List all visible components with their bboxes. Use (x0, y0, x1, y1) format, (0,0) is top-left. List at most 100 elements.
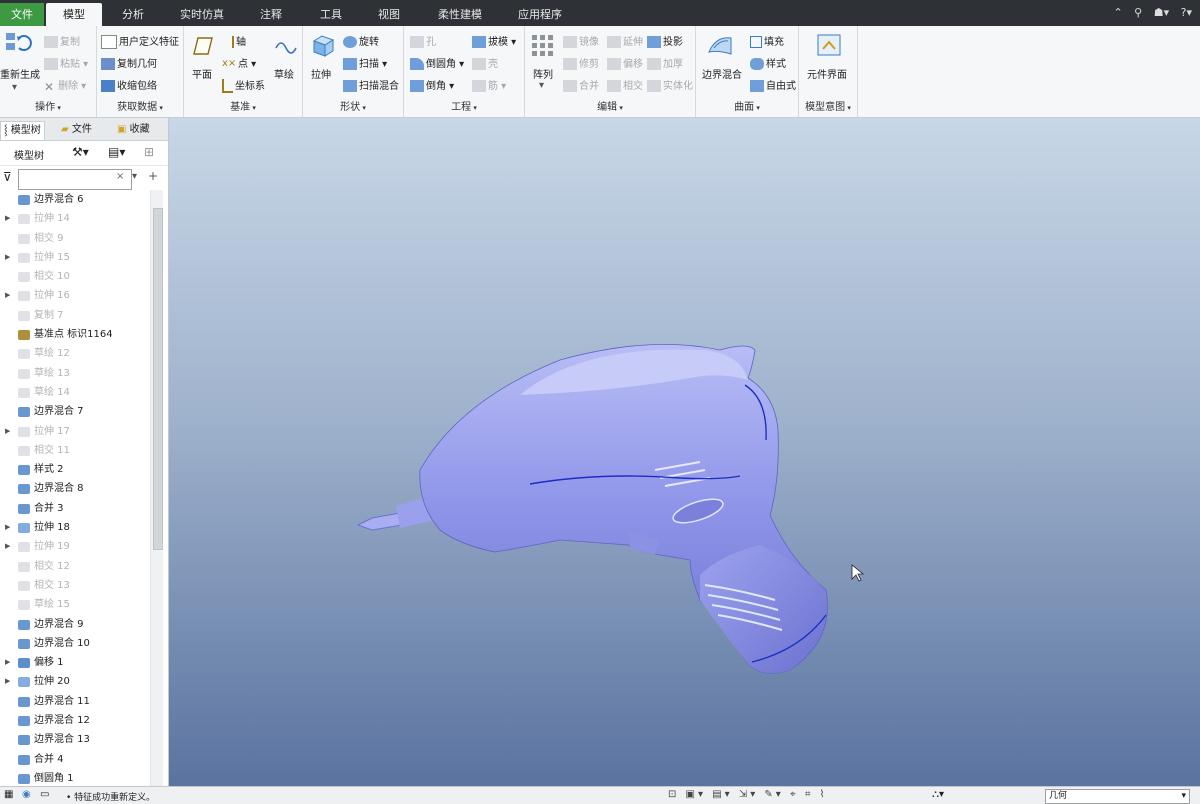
pattern-dropdown-icon[interactable]: ▾ (539, 80, 544, 91)
group-label-datum[interactable]: 基准 (184, 98, 302, 113)
search-dropdown-icon[interactable]: ▾ (132, 171, 137, 182)
tree-item[interactable]: 相交 10 (0, 267, 150, 286)
group-label-get-data[interactable]: 获取数据 (97, 98, 183, 113)
selection-tools-icons[interactable]: ⊡ ▣▾ ▤▾ ⇲▾ ✎▾ ⌖ ⌗ ⌇ (668, 789, 828, 800)
fill-button[interactable]: 填充 (750, 33, 784, 48)
group-label-surfaces[interactable]: 曲面 (696, 98, 798, 113)
tree-item[interactable]: 合并 3 (0, 499, 150, 518)
tree-item[interactable]: 草绘 14 (0, 383, 150, 402)
tree-item[interactable]: 边界混合 12 (0, 711, 150, 730)
tree-item[interactable]: 边界混合 6 (0, 190, 150, 209)
tree-item[interactable]: 相交 11 (0, 441, 150, 460)
group-label-operations[interactable]: 操作 (0, 98, 96, 113)
selection-filter-select[interactable]: 几何 ▾ (1045, 789, 1190, 804)
expand-arrow-icon[interactable]: ▶ (5, 286, 10, 305)
expand-arrow-icon[interactable]: ▶ (5, 537, 10, 556)
tree-item[interactable]: 相交 13 (0, 576, 150, 595)
extend-button[interactable]: 延伸 (607, 33, 643, 48)
tab-annotate[interactable]: 注释 (248, 3, 294, 26)
round-button[interactable]: 倒圆角 ▾ (410, 55, 464, 70)
tab-folder-browser[interactable]: ▰ 文件 (58, 121, 95, 139)
tree-item[interactable]: ▶ 拉伸 17 (0, 422, 150, 441)
smart-filter-icon[interactable]: ⛬▾ (932, 789, 944, 800)
tree-item[interactable]: 草绘 12 (0, 344, 150, 363)
tree-item[interactable]: ▶ 拉伸 16 (0, 286, 150, 305)
search-icon[interactable]: ⚲ (1134, 6, 1142, 19)
freestyle-button[interactable]: 自由式 (750, 77, 796, 92)
tree-item[interactable]: ▶ 偏移 1 (0, 653, 150, 672)
group-label-editing[interactable]: 编辑 (525, 98, 695, 113)
tab-favorites[interactable]: ▣ 收藏 (114, 121, 153, 139)
tree-item[interactable]: 边界混合 8 (0, 479, 150, 498)
tree-columns-icon[interactable]: ⊞ (144, 145, 154, 159)
tree-scrollbar-thumb[interactable] (153, 208, 163, 550)
offset-button[interactable]: 偏移 (607, 55, 643, 70)
plane-button[interactable]: 平面 (192, 66, 212, 81)
tab-flexible-modeling[interactable]: 柔性建模 (428, 3, 492, 26)
delete-button[interactable]: ✕ 删除 ▾ (44, 77, 86, 94)
tree-item[interactable]: 边界混合 9 (0, 615, 150, 634)
tree-item[interactable]: 边界混合 13 (0, 730, 150, 749)
tree-item[interactable]: 复制 7 (0, 306, 150, 325)
fullscreen-icon[interactable]: ▭ (40, 789, 49, 800)
point-button[interactable]: x× 点 ▾ (222, 55, 256, 70)
tab-analysis[interactable]: 分析 (110, 3, 156, 26)
community-icon[interactable]: ☗▾ (1154, 6, 1169, 19)
regenerate-button[interactable]: 重新生成 (0, 66, 40, 81)
tree-item[interactable]: ▶ 拉伸 19 (0, 537, 150, 556)
tree-item[interactable]: 边界混合 10 (0, 634, 150, 653)
tree-item[interactable]: 草绘 15 (0, 595, 150, 614)
expand-arrow-icon[interactable]: ▶ (5, 248, 10, 267)
draft-button[interactable]: 拔模 ▾ (472, 33, 516, 48)
expand-arrow-icon[interactable]: ▶ (5, 672, 10, 691)
user-defined-feature-button[interactable]: 用户定义特征 (101, 33, 179, 49)
group-label-model-intent[interactable]: 模型意图 (799, 98, 857, 113)
tree-scrollbar[interactable] (150, 190, 163, 786)
boundary-blend-button[interactable]: 边界混合 (702, 66, 742, 81)
tab-view[interactable]: 视图 (366, 3, 412, 26)
tree-search-input[interactable] (18, 169, 132, 190)
tree-item[interactable]: ▶ 拉伸 20 (0, 672, 150, 691)
merge-button[interactable]: 合并 (563, 77, 599, 92)
style-button[interactable]: 样式 (750, 55, 786, 70)
hole-button[interactable]: 孔 (410, 33, 436, 48)
add-filter-icon[interactable]: + (148, 169, 158, 183)
extrude-button[interactable]: 拉伸 (311, 66, 331, 81)
tab-model[interactable]: 模型 (46, 3, 102, 26)
help-icon[interactable]: ?▾ (1181, 6, 1192, 19)
component-interface-button[interactable]: 元件界面 (807, 66, 847, 81)
chamfer-button[interactable]: 倒角 ▾ (410, 77, 454, 92)
group-label-shapes[interactable]: 形状 (303, 98, 403, 113)
expand-arrow-icon[interactable]: ▶ (5, 209, 10, 228)
tab-file[interactable]: 文件 (0, 3, 44, 26)
tab-applications[interactable]: 应用程序 (508, 3, 572, 26)
copy-button[interactable]: 复制 (44, 33, 80, 48)
sketch-button[interactable]: 草绘 (274, 66, 294, 81)
tree-item[interactable]: 边界混合 11 (0, 692, 150, 711)
group-label-engineering[interactable]: 工程 (404, 98, 524, 113)
mirror-button[interactable]: 镜像 (563, 33, 599, 48)
tab-live-simulation[interactable]: 实时仿真 (170, 3, 234, 26)
swept-blend-button[interactable]: 扫描混合 (343, 77, 399, 92)
tab-model-tree[interactable]: ⸾ 模型树 (0, 121, 45, 140)
trim-button[interactable]: 修剪 (563, 55, 599, 70)
tree-item[interactable]: 样式 2 (0, 460, 150, 479)
copy-geometry-button[interactable]: 复制几何 (101, 55, 157, 70)
clear-search-icon[interactable]: × (116, 171, 124, 182)
regenerate-dropdown-icon[interactable]: ▾ (12, 82, 17, 93)
tree-item[interactable]: 基准点 标识1164 (0, 325, 150, 344)
show-menu-icon[interactable]: ▤▾ (108, 145, 125, 159)
solidify-button[interactable]: 实体化 (647, 77, 693, 92)
sweep-button[interactable]: 扫描 ▾ (343, 55, 387, 70)
coordinate-system-button[interactable]: 坐标系 (222, 77, 265, 93)
grid-view-icon[interactable]: ▦ (4, 789, 13, 800)
shrinkwrap-button[interactable]: 收缩包络 (101, 77, 157, 92)
tree-item[interactable]: 倒圆角 1 (0, 769, 150, 786)
intersect-button[interactable]: 相交 (607, 77, 643, 92)
tree-item[interactable]: ▶ 拉伸 15 (0, 248, 150, 267)
project-button[interactable]: 投影 (647, 33, 683, 48)
tree-item[interactable]: 相交 12 (0, 557, 150, 576)
filter-icon[interactable]: ⊽ (3, 170, 12, 184)
thicken-button[interactable]: 加厚 (647, 55, 683, 70)
paste-button[interactable]: 粘贴 ▾ (44, 55, 88, 70)
